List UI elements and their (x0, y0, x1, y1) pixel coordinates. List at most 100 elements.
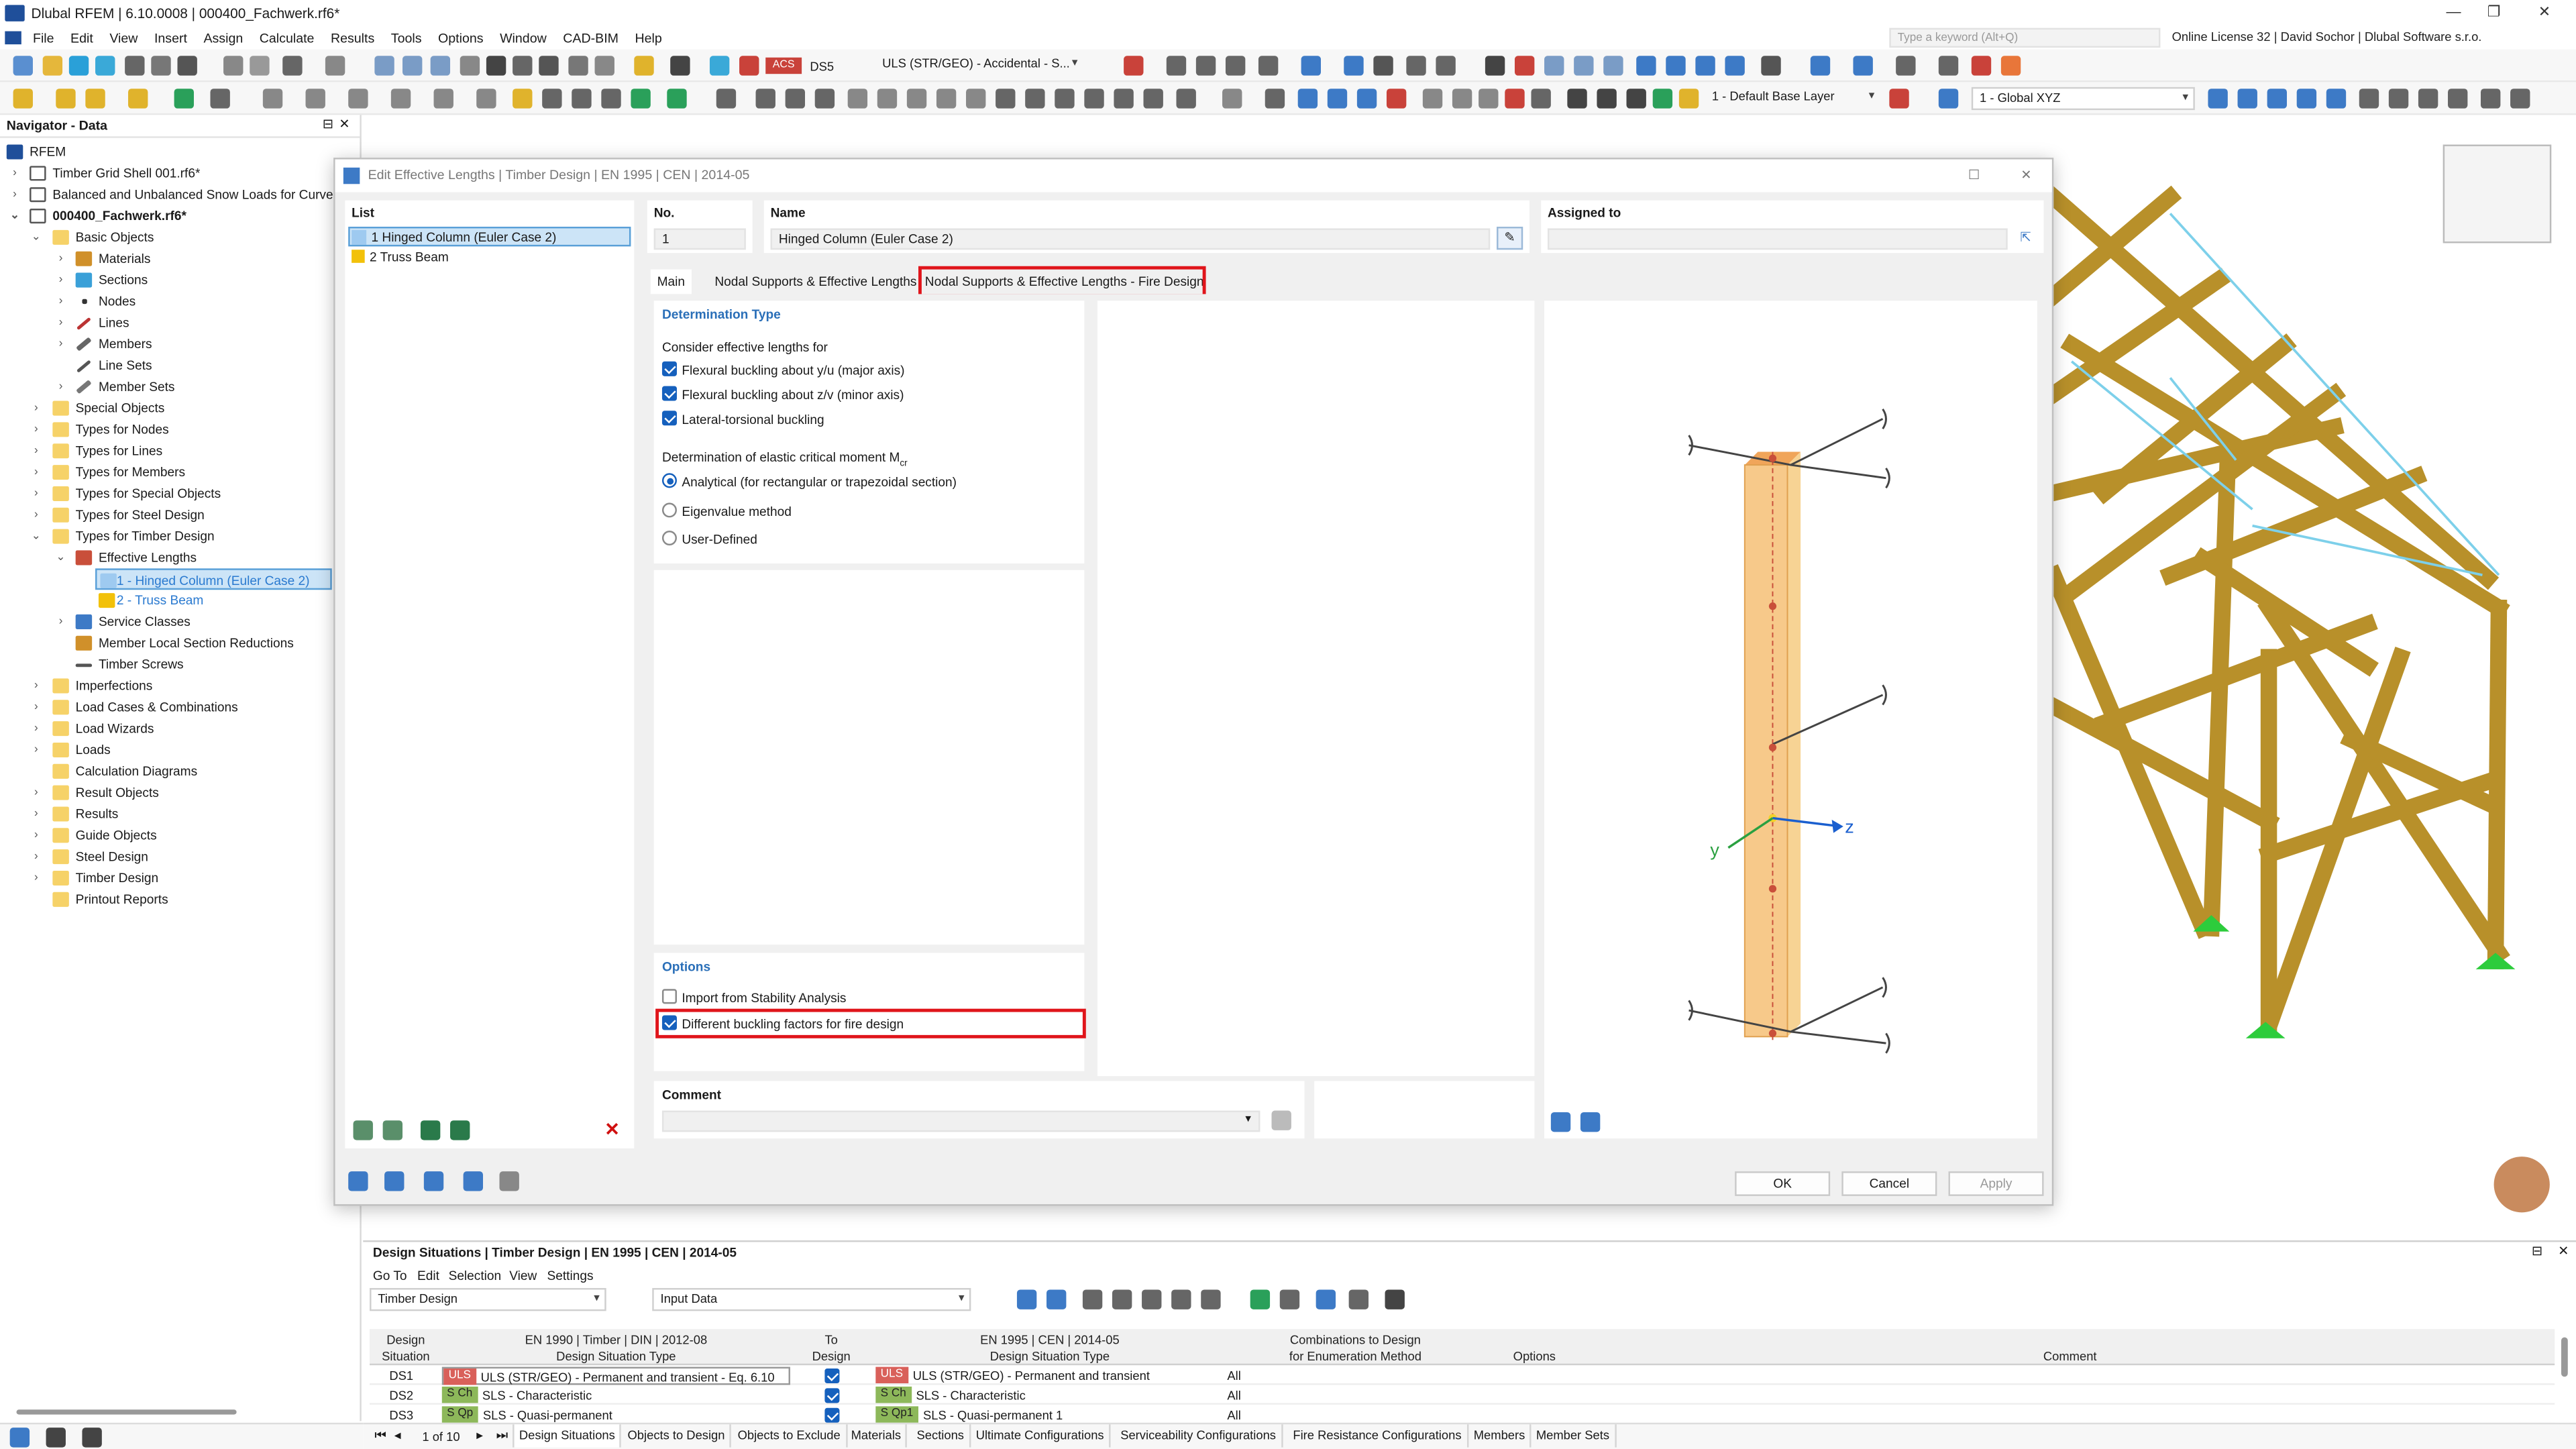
menu-results[interactable]: Results (323, 30, 383, 45)
divide-tool-icon[interactable] (513, 89, 532, 108)
menu-file[interactable]: File (25, 30, 62, 45)
select-window-icon[interactable] (1298, 89, 1318, 108)
xyz-table-icon[interactable] (1112, 1289, 1132, 1309)
chevron-down-icon[interactable]: ⌄ (30, 526, 43, 547)
module-combo[interactable]: Timber Design▾ (370, 1288, 606, 1311)
settings-icon[interactable] (464, 1171, 483, 1191)
extend-tool-icon[interactable] (667, 89, 686, 108)
ortho-icon[interactable] (907, 89, 926, 108)
star-icon[interactable] (13, 89, 33, 108)
analytical-radio[interactable] (662, 473, 677, 488)
chevron-right-icon[interactable]: › (30, 739, 43, 761)
chevron-right-icon[interactable]: › (8, 184, 21, 205)
page-icon[interactable] (460, 56, 480, 75)
pointer-icon[interactable] (1176, 89, 1195, 108)
renumber-icon[interactable] (450, 1120, 470, 1140)
menu-assign[interactable]: Assign (195, 30, 251, 45)
chevron-right-icon[interactable]: › (30, 483, 43, 504)
isolate-icon[interactable] (1479, 89, 1498, 108)
hide-icon[interactable] (1452, 89, 1472, 108)
name-field[interactable]: Hinged Column (Euler Case 2) (771, 228, 1491, 250)
last-page-icon[interactable]: ⏭ (496, 1428, 508, 1444)
chevron-right-icon[interactable]: › (30, 718, 43, 739)
table-row[interactable]: DS1 ULSULS (STR/GEO) - Permanent and tra… (370, 1367, 2555, 1385)
script-icon[interactable] (486, 56, 506, 75)
member-tool-icon[interactable] (85, 89, 105, 108)
measure-icon[interactable] (431, 56, 450, 75)
view-cube[interactable] (2443, 145, 2552, 244)
maximize-icon[interactable]: ❐ (2487, 3, 2501, 21)
axis-x-icon[interactable] (1636, 56, 1656, 75)
chevron-right-icon[interactable]: › (54, 333, 68, 355)
xyz-icon[interactable] (1226, 56, 1245, 75)
close-navigator-icon[interactable]: ✕ (339, 117, 350, 131)
copy-icon[interactable] (95, 56, 115, 75)
tab-objects-to-exclude[interactable]: Objects to Exclude (733, 1424, 847, 1447)
prev-page-icon[interactable]: ◂ (394, 1428, 401, 1442)
chevron-right-icon[interactable]: › (30, 462, 43, 483)
to-design-checkbox[interactable] (824, 1368, 839, 1383)
tab-materials[interactable]: Materials (846, 1424, 908, 1447)
frame-tool-icon[interactable] (572, 89, 591, 108)
bulb-icon[interactable] (1679, 89, 1699, 108)
table-row[interactable]: DS2 S ChSLS - Characteristic S ChSLS - C… (370, 1387, 2555, 1405)
view-back-icon[interactable] (2238, 89, 2257, 108)
tab-sections[interactable]: Sections (912, 1424, 971, 1447)
delete-item-icon[interactable]: ✕ (604, 1119, 620, 1140)
view-settings-icon[interactable] (1761, 56, 1780, 75)
grid-icon[interactable] (1301, 56, 1321, 75)
green-status-icon[interactable] (1653, 89, 1672, 108)
chevron-right-icon[interactable]: › (54, 270, 68, 291)
table-tool-icon[interactable] (542, 89, 561, 108)
menu-help[interactable]: Help (627, 30, 670, 45)
support-tool-icon[interactable] (128, 89, 148, 108)
bp-menu-edit[interactable]: Edit (417, 1269, 439, 1283)
tab-objects-to-design[interactable]: Objects to Design (623, 1424, 731, 1447)
chevron-right-icon[interactable]: › (30, 676, 43, 697)
delete-row-icon[interactable] (1171, 1289, 1191, 1309)
deselect-icon[interactable] (1387, 89, 1406, 108)
layers-icon[interactable] (1811, 56, 1830, 75)
menu-window[interactable]: Window (492, 30, 555, 45)
addon-icon[interactable] (1972, 56, 1991, 75)
select-members-icon[interactable]: ⇱ (2014, 227, 2037, 250)
object-snap-icon[interactable] (815, 89, 835, 108)
tab-design-situations[interactable]: Design Situations (513, 1424, 622, 1447)
chevron-down-icon[interactable]: ⌄ (30, 227, 43, 248)
list-item-truss-beam[interactable]: 2 Truss Beam (348, 248, 631, 268)
dxf-icon[interactable] (877, 89, 897, 108)
comment-library-icon[interactable] (1272, 1111, 1291, 1130)
comment-icon[interactable] (1025, 89, 1044, 108)
cancel-button[interactable]: Cancel (1841, 1171, 1937, 1196)
ucs-icon[interactable] (1939, 89, 1958, 108)
chevron-right-icon[interactable]: › (30, 804, 43, 825)
preview-help-icon[interactable] (1580, 1112, 1600, 1132)
section-icon[interactable] (1896, 56, 1915, 75)
close-panel-icon[interactable]: ✕ (2558, 1244, 2569, 1258)
info-icon[interactable] (424, 1171, 443, 1191)
menu-insert[interactable]: Insert (146, 30, 196, 45)
tab-serviceability-configurations[interactable]: Serviceability Configurations (1116, 1424, 1283, 1447)
calculate-icon[interactable] (670, 56, 690, 75)
dim-icon[interactable] (1373, 56, 1393, 75)
guideline-icon[interactable] (848, 89, 867, 108)
settings-icon[interactable] (595, 56, 614, 75)
move-tool-icon[interactable] (391, 89, 411, 108)
copy-tool-icon[interactable] (348, 89, 368, 108)
chevron-right-icon[interactable]: › (30, 419, 43, 440)
angle-icon[interactable] (1222, 89, 1242, 108)
camera-icon[interactable] (1531, 89, 1550, 108)
layout-icon[interactable] (1144, 89, 1163, 108)
pin-icon[interactable]: ⊟ (323, 117, 333, 131)
formula-icon[interactable] (499, 1171, 519, 1191)
grid-snap-icon[interactable] (756, 89, 775, 108)
menu-view[interactable]: View (101, 30, 146, 45)
axis-z-icon[interactable] (1695, 56, 1715, 75)
line-tool-icon[interactable] (56, 89, 75, 108)
new-file-icon[interactable] (13, 56, 33, 75)
coordinate-system-icon[interactable] (1889, 89, 1909, 108)
trace-icon[interactable] (966, 89, 985, 108)
box3-icon[interactable] (1603, 56, 1623, 75)
zoom-window-icon[interactable] (2448, 89, 2467, 108)
line-style-icon[interactable] (1853, 56, 1872, 75)
